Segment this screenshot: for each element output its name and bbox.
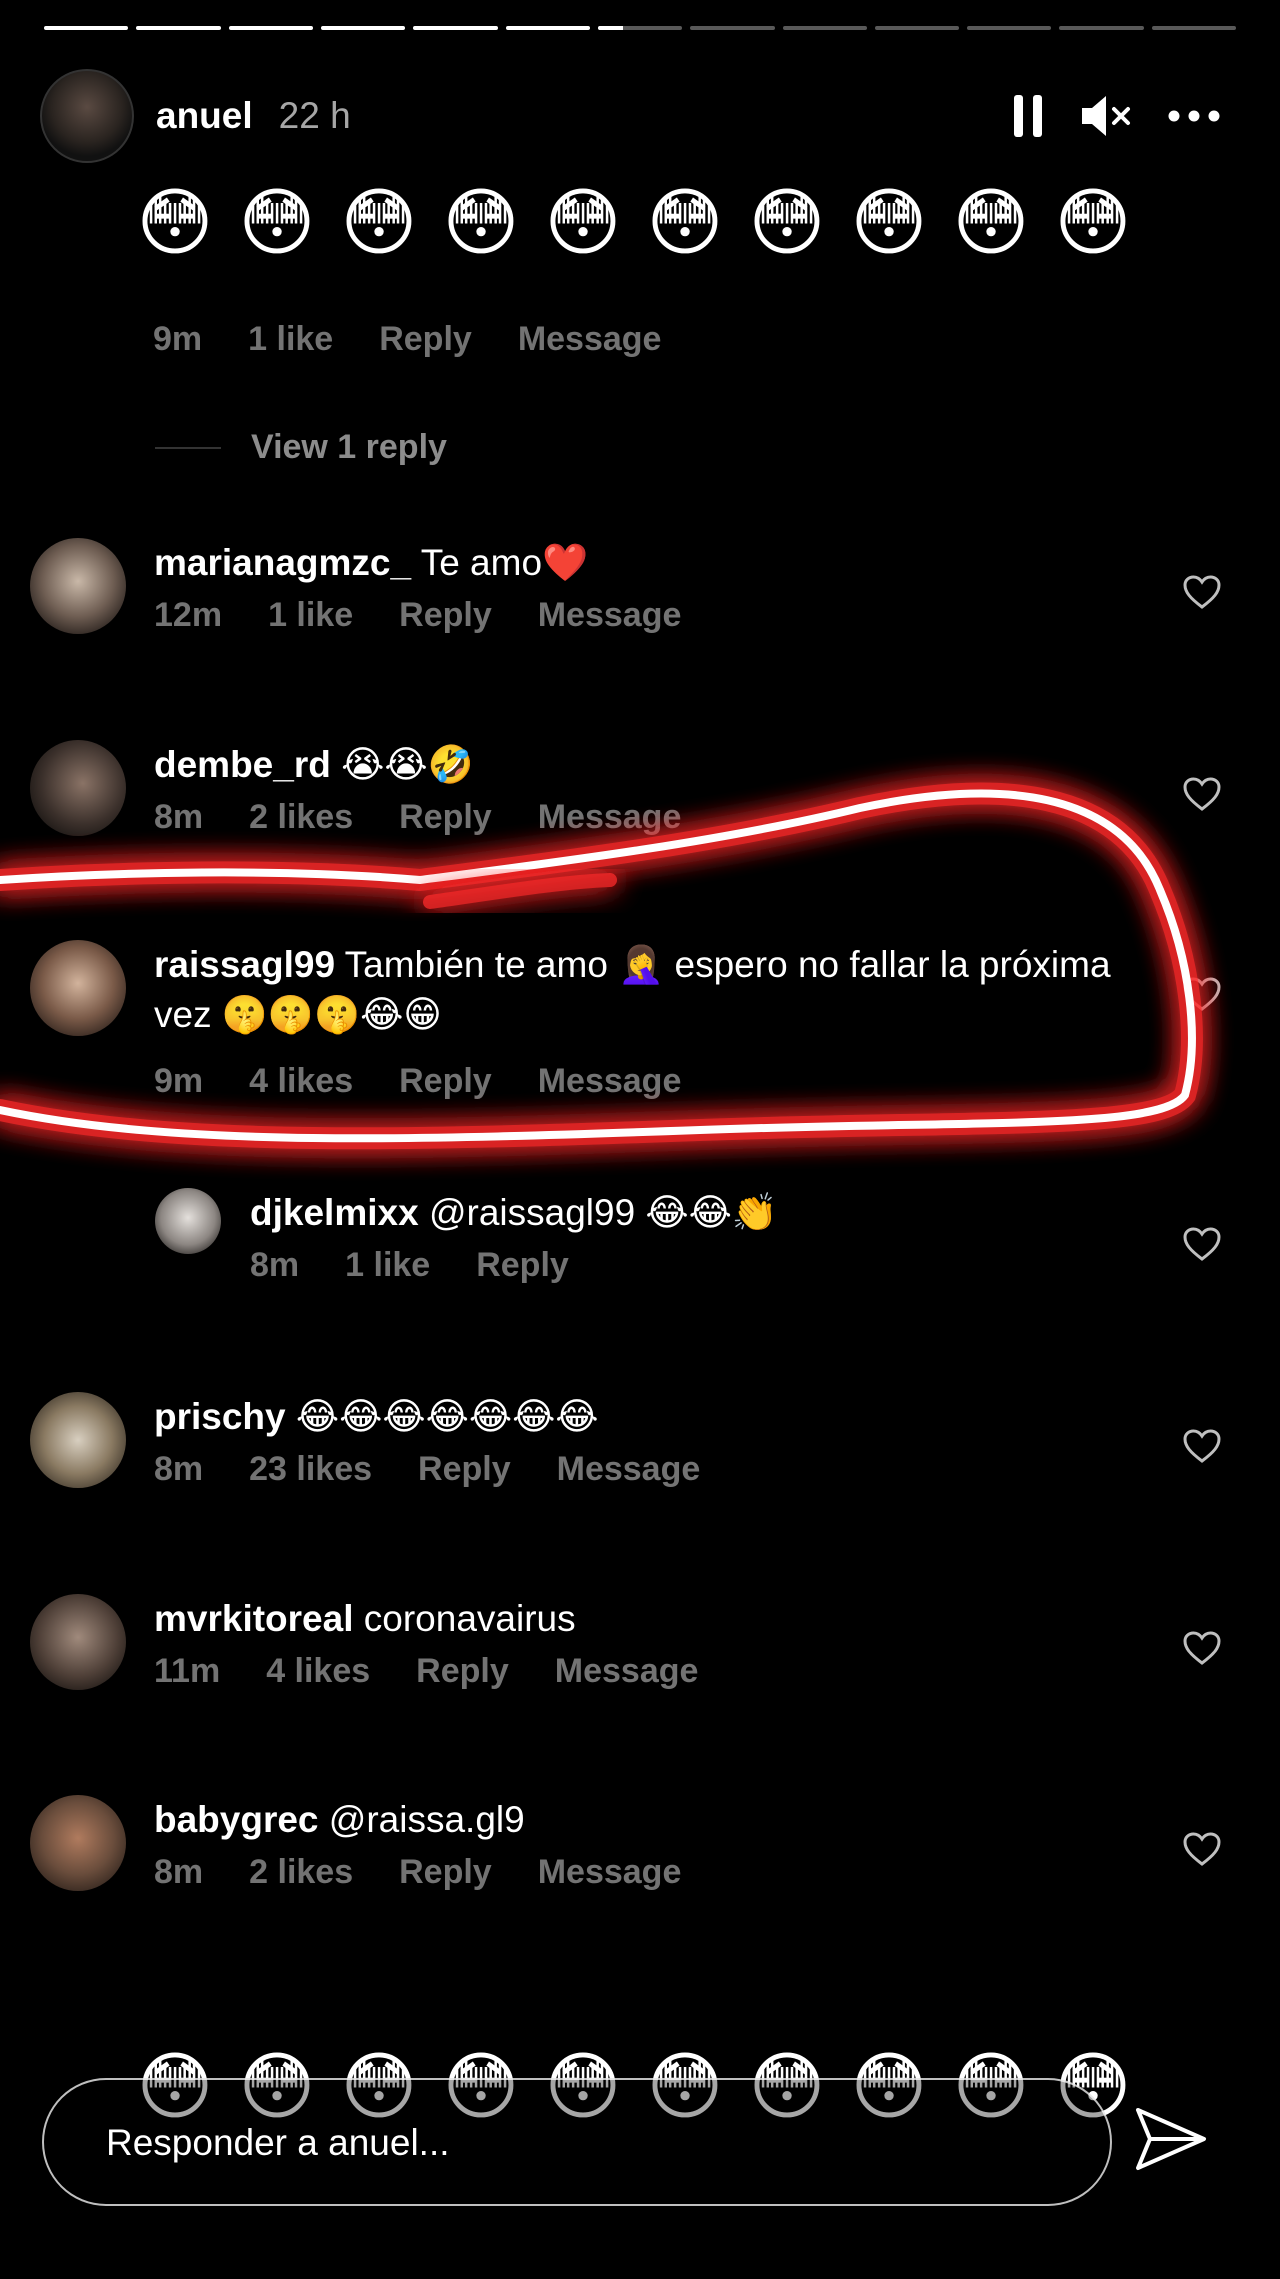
avatar[interactable] [30,538,126,634]
send-icon[interactable] [1134,2106,1208,2177]
more-icon[interactable] [1168,110,1220,122]
story-progress [44,26,1237,30]
mute-icon[interactable] [1080,93,1132,139]
progress-segment [413,26,498,30]
comment-time: 9m [153,320,203,358]
comment-likes[interactable]: 1 like [268,596,353,635]
avatar[interactable] [30,1795,126,1891]
comment-username[interactable]: dembe_rd [154,744,331,785]
flushed-emoji: 😳 [748,180,826,266]
flushed-emoji: 😳 [238,180,316,266]
message-link[interactable]: Message [538,1853,682,1892]
comment-likes[interactable]: 1 like [248,320,333,359]
flushed-emoji: 😳 [442,180,520,266]
message-link[interactable]: Message [518,320,662,359]
comment-time: 8m [154,1450,204,1488]
heart-icon[interactable] [1182,1428,1222,1469]
reply-link[interactable]: Reply [399,596,492,635]
progress-segment [782,26,867,30]
message-link[interactable]: Message [538,1062,682,1101]
avatar[interactable] [30,740,126,836]
comment-username[interactable]: marianagmzc_ [154,542,411,583]
avatar[interactable] [30,1392,126,1488]
avatar[interactable] [30,1594,126,1690]
flushed-emoji: 😳 [340,180,418,266]
comment-time: 8m [154,1853,204,1891]
comment-likes[interactable]: 2 likes [249,798,353,837]
heart-icon[interactable] [1182,1630,1222,1671]
pause-icon[interactable] [1012,93,1044,139]
story-time: 22 h [278,95,351,136]
comment-time: 8m [154,798,204,836]
divider [155,446,221,449]
comment-username[interactable]: raissagl99 [154,944,335,985]
reply-link[interactable]: Reply [399,1062,492,1101]
story-username[interactable]: anuel [156,95,253,137]
reply-link[interactable]: Reply [399,798,492,837]
comment-time: 11m [154,1652,221,1690]
comment-text: Te amo❤️ [420,542,589,583]
comment-username[interactable]: djkelmixx [250,1192,419,1233]
flushed-emoji: 😳 [1054,180,1132,266]
comment-username[interactable]: mvrkitoreal [154,1598,354,1639]
story-header: anuel 22 h [40,66,1240,166]
heart-icon[interactable] [1182,1226,1222,1267]
reply-link[interactable]: Reply [418,1450,511,1489]
progress-segment [136,26,221,30]
message-link[interactable]: Message [557,1450,701,1489]
comment-likes[interactable]: 23 likes [249,1450,372,1489]
view-replies-label: View 1 reply [251,428,447,466]
comment-likes[interactable]: 1 like [345,1246,430,1285]
progress-segment [44,26,129,30]
heart-icon[interactable] [1182,574,1222,615]
progress-segment [967,26,1052,30]
comment-likes[interactable]: 4 likes [266,1652,370,1691]
progress-segment [690,26,775,30]
flushed-emoji: 😳 [646,180,724,266]
comment-username[interactable]: babygrec [154,1799,319,1840]
comment-text: @raissagl99 😂😂👏 [428,1192,778,1233]
avatar[interactable] [30,940,126,1036]
comment-time: 12m [154,596,223,634]
message-link[interactable]: Message [555,1652,699,1691]
flushed-emoji: 😳 [136,180,214,266]
comment-text: coronavairus [363,1598,576,1639]
reply-link[interactable]: Reply [416,1652,509,1691]
comment-likes[interactable]: 4 likes [249,1062,353,1101]
avatar[interactable] [40,69,134,163]
reply-input[interactable] [104,2080,1008,2206]
comment-likes[interactable]: 2 likes [249,1853,353,1892]
top-comment-meta: 9m 1 like Reply Message [153,320,707,359]
heart-icon[interactable] [1182,976,1222,1017]
message-link[interactable]: Message [538,596,682,635]
progress-segment [228,26,313,30]
comment-text: 😂😂😂😂😂😂😂 [295,1396,599,1437]
reply-link[interactable]: Reply [379,320,472,359]
progress-segment [320,26,406,30]
progress-segment [505,26,590,30]
progress-segment [597,26,683,30]
flushed-emoji: 😳 [952,180,1030,266]
comment-time: 9m [154,1062,204,1100]
heart-icon[interactable] [1182,776,1222,817]
flushed-emoji: 😳 [850,180,928,266]
comment-text: 😭😭🤣 [341,744,474,785]
top-comment-emojis: 😳 😳 😳 😳 😳 😳 😳 😳 😳 😳 [133,186,1135,260]
view-replies-link[interactable]: View 1 reply [155,428,447,467]
avatar[interactable] [155,1188,221,1254]
flushed-emoji: 😳 [544,180,622,266]
heart-icon[interactable] [1182,1831,1222,1872]
progress-segment [1059,26,1144,30]
reply-link[interactable]: Reply [399,1853,492,1892]
message-link[interactable]: Message [538,798,682,837]
comment-text: @raissa.gl9 [328,1799,525,1840]
reply-link[interactable]: Reply [476,1246,569,1285]
comment-time: 8m [250,1246,300,1284]
progress-segment [874,26,960,30]
comment-username[interactable]: prischy [154,1396,286,1437]
progress-segment [1151,26,1237,30]
reply-input-container[interactable] [42,2078,1112,2206]
